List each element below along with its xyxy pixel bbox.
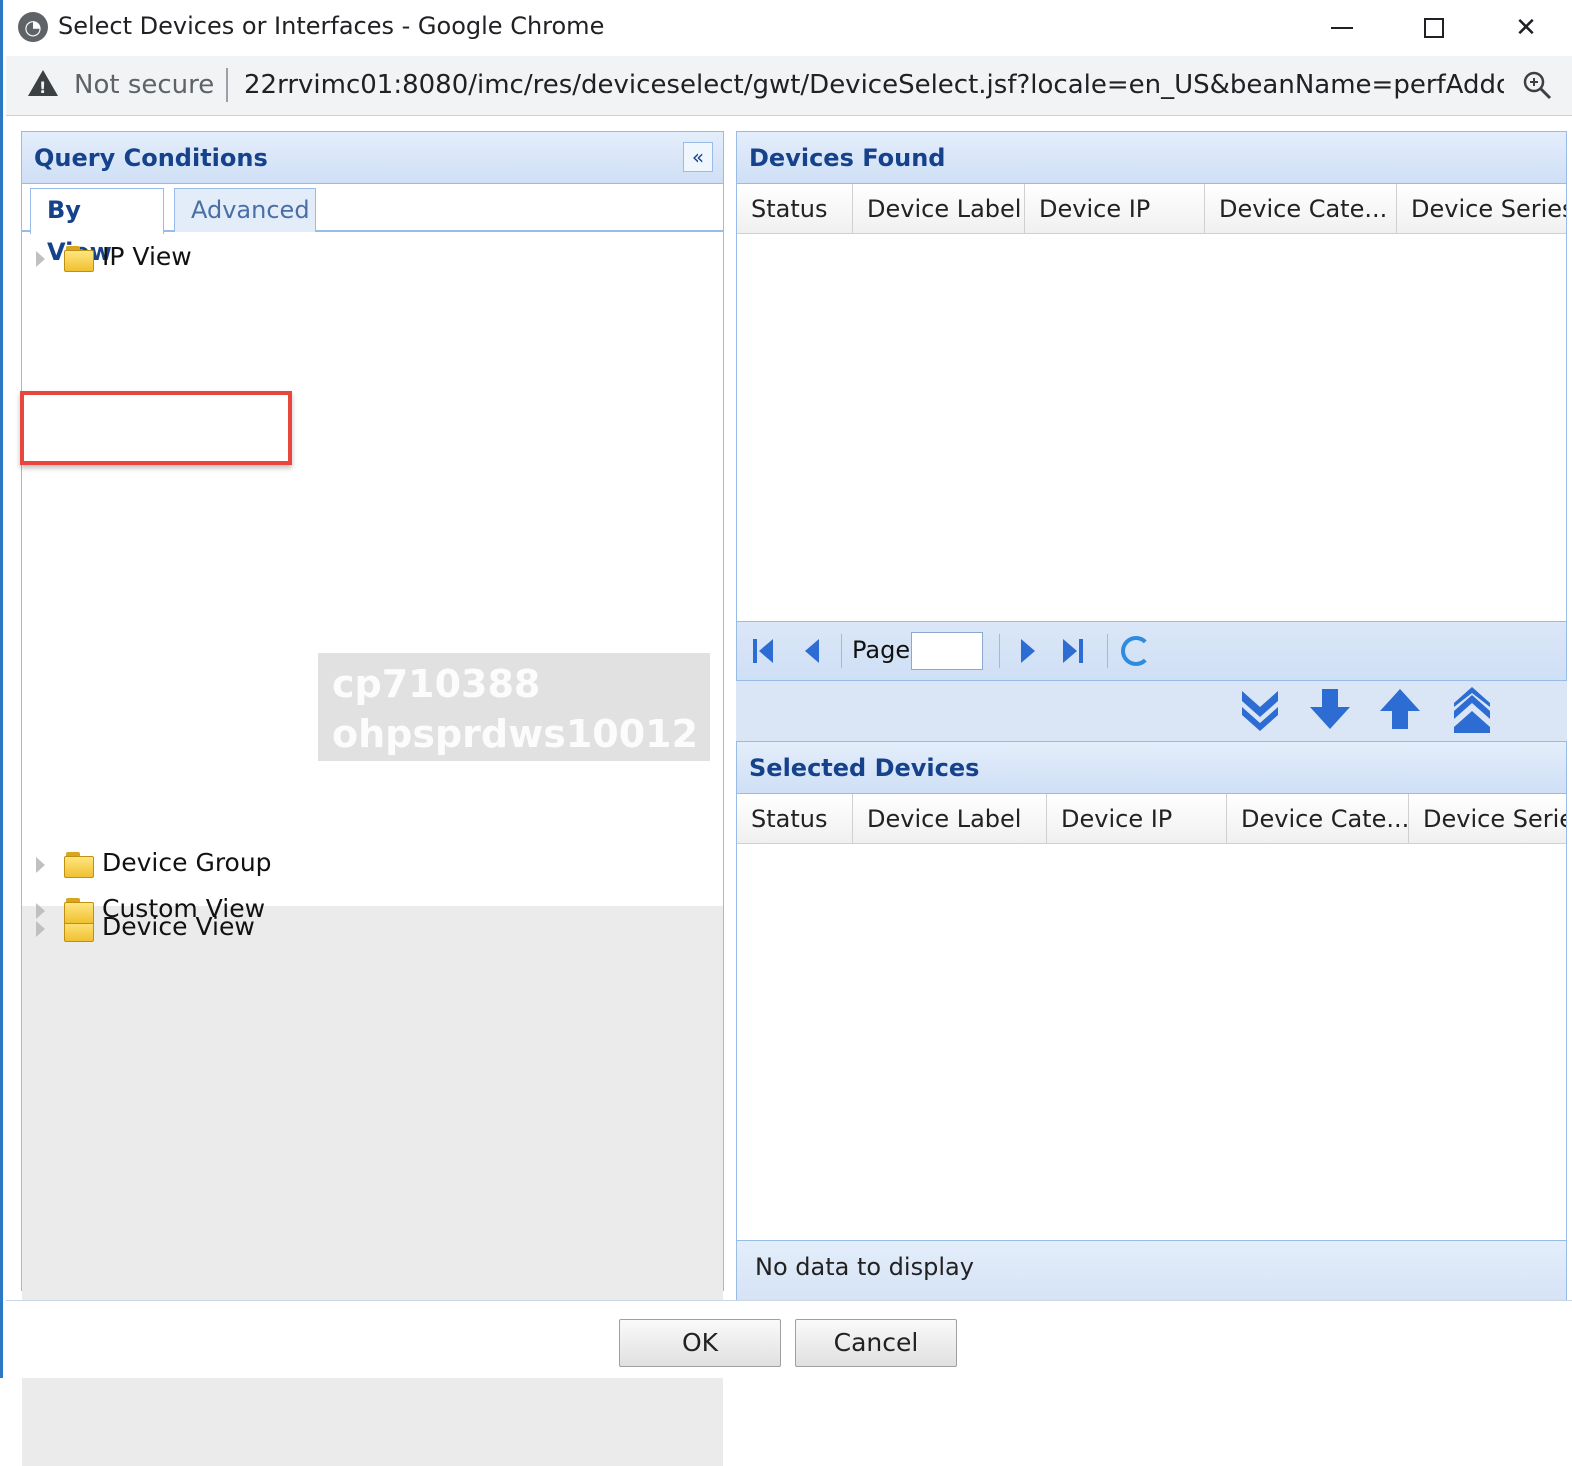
zoom-icon[interactable]: [1522, 70, 1552, 100]
address-separator: [226, 68, 228, 102]
move-buttons-bar: [736, 681, 1567, 741]
column-device-ip[interactable]: Device IP: [1047, 794, 1227, 844]
dialog-footer: OK Cancel: [6, 1300, 1572, 1378]
empty-grid-message: No data to display: [737, 1240, 1566, 1300]
tree-item-custom-view[interactable]: Custom View: [22, 888, 723, 934]
tab-by-view[interactable]: By View: [30, 188, 164, 266]
tree-item-label: Device Group: [102, 848, 272, 877]
column-device-series[interactable]: Device Series: [1409, 794, 1566, 844]
tree-item-label: IP View: [102, 242, 192, 271]
tree-item-label: Custom View: [102, 894, 266, 923]
remove-up-icon[interactable]: [1376, 685, 1424, 733]
query-panel-title: Query Conditions: [34, 144, 268, 172]
devices-found-panel: Devices Found Status Device Label Device…: [736, 131, 1567, 681]
view-tree: IP View Device View Device Group Custom …: [22, 236, 723, 1466]
no-data-text: No data to display: [755, 1253, 974, 1281]
title-bar: ◔ Select Devices or Interfaces - Google …: [6, 0, 1572, 56]
pagination-toolbar: Page: [736, 621, 1567, 681]
highlight-annotation: [20, 391, 292, 465]
page-number-input[interactable]: [911, 632, 983, 670]
selected-devices-header: Selected Devices: [737, 742, 1566, 794]
previous-page-icon[interactable]: [799, 636, 829, 666]
add-all-down-icon[interactable]: [1236, 685, 1284, 733]
column-device-category[interactable]: Device Cate...: [1205, 184, 1397, 234]
devices-found-grid-header: Status Device Label Device IP Device Cat…: [737, 184, 1566, 234]
folder-icon: [64, 898, 94, 924]
next-page-icon[interactable]: [1015, 636, 1045, 666]
cancel-button[interactable]: Cancel: [795, 1319, 957, 1367]
close-button[interactable]: ✕: [1496, 8, 1556, 48]
globe-icon: ◔: [18, 12, 48, 42]
selected-devices-grid-header: Status Device Label Device IP Device Cat…: [737, 794, 1566, 844]
maximize-button[interactable]: [1404, 8, 1464, 48]
tree-item-ip-view[interactable]: IP View: [22, 236, 723, 282]
watermark-line-2: ohpsprdws10012: [332, 712, 699, 756]
close-icon: ✕: [1515, 13, 1537, 43]
last-page-icon[interactable]: [1059, 636, 1089, 666]
first-page-icon[interactable]: [751, 636, 781, 666]
column-device-ip[interactable]: Device IP: [1025, 184, 1205, 234]
column-status[interactable]: Status: [737, 794, 853, 844]
minimize-icon: [1331, 27, 1353, 29]
column-device-label[interactable]: Device Label: [853, 184, 1025, 234]
refresh-icon[interactable]: [1121, 636, 1151, 666]
tree-item-device-group[interactable]: Device Group: [22, 842, 723, 888]
window-title: Select Devices or Interfaces - Google Ch…: [58, 12, 605, 40]
query-tabs: By View Advanced: [22, 184, 723, 266]
add-down-icon[interactable]: [1306, 685, 1354, 733]
column-device-series[interactable]: Device Series: [1397, 184, 1566, 234]
security-label[interactable]: Not secure: [74, 70, 214, 100]
remove-all-up-icon[interactable]: [1448, 685, 1496, 733]
devices-found-title: Devices Found: [749, 144, 946, 172]
dialog-content: Query Conditions « By View Advanced IP V…: [6, 117, 1572, 1466]
tab-advanced[interactable]: Advanced: [174, 188, 316, 232]
column-device-label[interactable]: Device Label: [853, 794, 1047, 844]
browser-window: ◔ Select Devices or Interfaces - Google …: [0, 0, 1572, 1466]
watermark: cp710388 ohpsprdws10012: [318, 653, 710, 761]
watermark-line-1: cp710388: [332, 662, 541, 706]
page-label: Page: [852, 636, 911, 664]
column-device-category[interactable]: Device Cate...: [1227, 794, 1409, 844]
url-text[interactable]: 22rrvimc01:8080/imc/res/deviceselect/gwt…: [244, 70, 1504, 100]
minimize-button[interactable]: [1312, 8, 1372, 48]
address-bar[interactable]: ! Not secure 22rrvimc01:8080/imc/res/dev…: [6, 56, 1572, 116]
folder-icon: [64, 246, 94, 272]
expand-arrow-icon[interactable]: [36, 857, 45, 873]
selected-devices-panel: Selected Devices Status Device Label Dev…: [736, 741, 1567, 1301]
tree-item-device-view[interactable]: Device View: [22, 906, 723, 1466]
query-panel-header: Query Conditions «: [22, 132, 723, 184]
folder-icon: [64, 852, 94, 878]
column-status[interactable]: Status: [737, 184, 853, 234]
collapse-panel-button[interactable]: «: [683, 142, 713, 172]
selected-devices-title: Selected Devices: [749, 754, 980, 782]
expand-arrow-icon[interactable]: [36, 251, 45, 267]
devices-found-header: Devices Found: [737, 132, 1566, 184]
expand-arrow-icon[interactable]: [36, 903, 45, 919]
maximize-icon: [1424, 18, 1444, 38]
ok-button[interactable]: OK: [619, 1319, 781, 1367]
